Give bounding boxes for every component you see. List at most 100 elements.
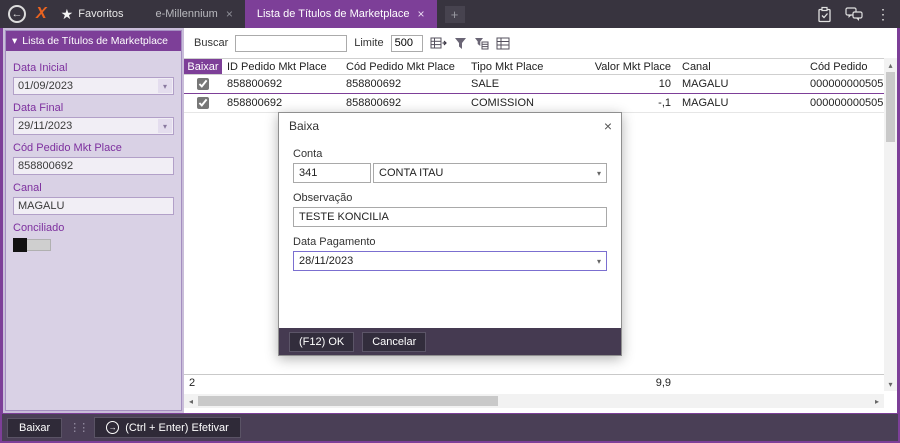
tab-label: e-Millennium xyxy=(155,8,218,20)
conta-name-value: CONTA ITAU xyxy=(379,167,444,179)
collapse-icon: ▾ xyxy=(12,35,18,47)
table-summary-row: 2 9,9 xyxy=(184,374,884,391)
cod-pedido-mkt-value: 858800692 xyxy=(18,160,74,172)
menu-dots-icon[interactable]: ⋮ xyxy=(876,6,890,23)
cell-cod-pedido-mkt: 858800692 xyxy=(346,97,402,109)
cod-pedido-mkt-label: Cód Pedido Mkt Place xyxy=(13,142,122,154)
scroll-down-icon[interactable]: ▾ xyxy=(884,377,897,391)
canal-field[interactable]: MAGALU xyxy=(13,197,174,215)
baixar-checkbox[interactable] xyxy=(197,97,209,109)
chevron-down-icon[interactable]: ▾ xyxy=(597,169,601,178)
ok-button[interactable]: (F12) OK xyxy=(289,331,355,352)
tab-e-millennium[interactable]: e-Millennium × xyxy=(143,0,244,28)
data-pagamento-value: 28/11/2023 xyxy=(299,255,354,267)
close-icon[interactable]: × xyxy=(604,119,612,133)
search-input[interactable] xyxy=(235,34,348,52)
column-header-tipo[interactable]: Tipo Mkt Place xyxy=(466,59,581,74)
efetivar-button[interactable]: → (Ctrl + Enter) Efetivar xyxy=(94,417,241,438)
back-arrow-icon: ← xyxy=(11,8,23,20)
chat-icon[interactable] xyxy=(845,6,863,22)
filter-panel-title: Lista de Títulos de Marketplace xyxy=(22,35,168,47)
scroll-up-icon[interactable]: ▴ xyxy=(884,58,897,72)
favorites-label: Favoritos xyxy=(78,8,124,20)
baixar-button[interactable]: Baixar xyxy=(7,417,63,438)
millennium-logo-icon: X xyxy=(36,5,47,22)
column-header-id-pedido[interactable]: ID Pedido Mkt Place xyxy=(222,59,341,74)
bottom-action-bar: Baixar ⋮⋮ → (Ctrl + Enter) Efetivar xyxy=(2,414,898,441)
dialog-footer: (F12) OK Cancelar xyxy=(279,328,621,355)
horizontal-scrollbar[interactable]: ◂ ▸ xyxy=(184,394,884,408)
cell-tipo: SALE xyxy=(471,78,500,90)
cell-tipo: COMISSION xyxy=(471,97,534,109)
cell-id-pedido: 858800692 xyxy=(227,97,283,109)
dialog-body: Conta 341 CONTA ITAU ▾ Observação TESTE … xyxy=(279,148,621,271)
tab-label: Lista de Títulos de Marketplace xyxy=(256,8,410,20)
cod-pedido-mkt-field[interactable]: 858800692 xyxy=(13,157,174,175)
table-header: Baixar ID Pedido Mkt Place Cód Pedido Mk… xyxy=(184,58,897,75)
cell-valor: -,1 xyxy=(658,97,671,109)
scroll-thumb[interactable] xyxy=(198,396,498,406)
add-tab-button[interactable]: + xyxy=(444,5,465,23)
data-final-value: 29/11/2023 xyxy=(18,120,73,132)
filter-icon[interactable] xyxy=(454,37,467,50)
cell-canal: MAGALU xyxy=(682,78,729,90)
chevron-down-icon[interactable]: ▾ xyxy=(158,79,172,93)
close-icon[interactable]: × xyxy=(226,7,233,21)
conta-code-field[interactable]: 341 xyxy=(293,163,371,183)
tab-lista-titulos-marketplace[interactable]: Lista de Títulos de Marketplace × xyxy=(244,0,437,28)
layout-grid-icon[interactable] xyxy=(496,37,510,50)
data-final-field[interactable]: 29/11/2023 ▾ xyxy=(13,117,174,135)
drag-handle-icon[interactable]: ⋮⋮ xyxy=(69,421,89,434)
column-header-canal[interactable]: Canal xyxy=(677,59,805,74)
baixa-dialog: Baixa × Conta 341 CONTA ITAU ▾ Observaçã… xyxy=(278,112,622,356)
data-pagamento-label: Data Pagamento xyxy=(293,236,376,248)
back-button[interactable]: ← xyxy=(8,5,26,23)
scroll-track[interactable] xyxy=(198,394,870,408)
column-header-cod-pedido-mkt[interactable]: Cód Pedido Mkt Place xyxy=(341,59,466,74)
scroll-left-icon[interactable]: ◂ xyxy=(184,397,198,406)
conta-select[interactable]: CONTA ITAU ▾ xyxy=(373,163,607,183)
observacao-value: TESTE KONCILIA xyxy=(299,211,389,223)
topbar-right-icons: ⋮ xyxy=(817,0,890,28)
filter-grid-icon[interactable] xyxy=(474,37,489,50)
clipboard-icon[interactable] xyxy=(817,6,832,23)
limite-label: Limite xyxy=(354,37,384,49)
scroll-thumb[interactable] xyxy=(886,72,895,142)
table-row[interactable]: 858800692 858800692 SALE 10 MAGALU 00000… xyxy=(184,75,897,94)
scroll-track[interactable] xyxy=(884,72,897,377)
data-inicial-label: Data Inicial xyxy=(13,62,68,74)
star-icon: ★ xyxy=(60,5,74,22)
baixar-checkbox[interactable] xyxy=(197,78,209,90)
data-final-label: Data Final xyxy=(13,102,64,114)
observacao-field[interactable]: TESTE KONCILIA xyxy=(293,207,607,227)
vertical-scrollbar[interactable]: ▴ ▾ xyxy=(884,58,897,391)
cell-valor: 10 xyxy=(658,78,671,90)
column-header-baixar[interactable]: Baixar xyxy=(184,59,222,74)
plus-icon: + xyxy=(450,6,459,22)
close-icon[interactable]: × xyxy=(418,7,425,21)
export-grid-icon[interactable] xyxy=(430,36,447,50)
buscar-label: Buscar xyxy=(194,37,229,49)
column-header-valor[interactable]: Valor Mkt Place xyxy=(581,59,677,74)
toggle-knob xyxy=(13,238,27,252)
cancel-button[interactable]: Cancelar xyxy=(362,331,427,352)
chevron-down-icon[interactable]: ▾ xyxy=(158,119,172,133)
table-row[interactable]: 858800692 858800692 COMISSION -,1 MAGALU… xyxy=(184,94,897,113)
filter-panel-header[interactable]: ▾ Lista de Títulos de Marketplace xyxy=(6,31,181,51)
data-inicial-field[interactable]: 01/09/2023 ▾ xyxy=(13,77,174,95)
cell-canal: MAGALU xyxy=(682,97,729,109)
scroll-right-icon[interactable]: ▸ xyxy=(870,397,884,406)
data-inicial-value: 01/09/2023 xyxy=(18,80,74,92)
chevron-down-icon[interactable]: ▾ xyxy=(597,257,601,266)
limit-input[interactable] xyxy=(390,34,423,52)
app-window: ← X ★ Favoritos e-Millennium × Lista de … xyxy=(0,0,900,443)
conciliado-toggle[interactable] xyxy=(13,238,174,252)
cell-id-pedido: 858800692 xyxy=(227,78,283,90)
summary-valor-total: 9,9 xyxy=(655,377,671,389)
canal-value: MAGALU xyxy=(18,200,65,212)
data-pagamento-field[interactable]: 28/11/2023 ▾ xyxy=(293,251,607,271)
filter-panel: ▾ Lista de Títulos de Marketplace Data I… xyxy=(5,30,182,411)
favorites-button[interactable]: ★ Favoritos xyxy=(61,6,124,23)
topbar: ← X ★ Favoritos e-Millennium × Lista de … xyxy=(0,0,900,28)
filter-panel-body: Data Inicial 01/09/2023 ▾ Data Final 29/… xyxy=(6,51,181,256)
